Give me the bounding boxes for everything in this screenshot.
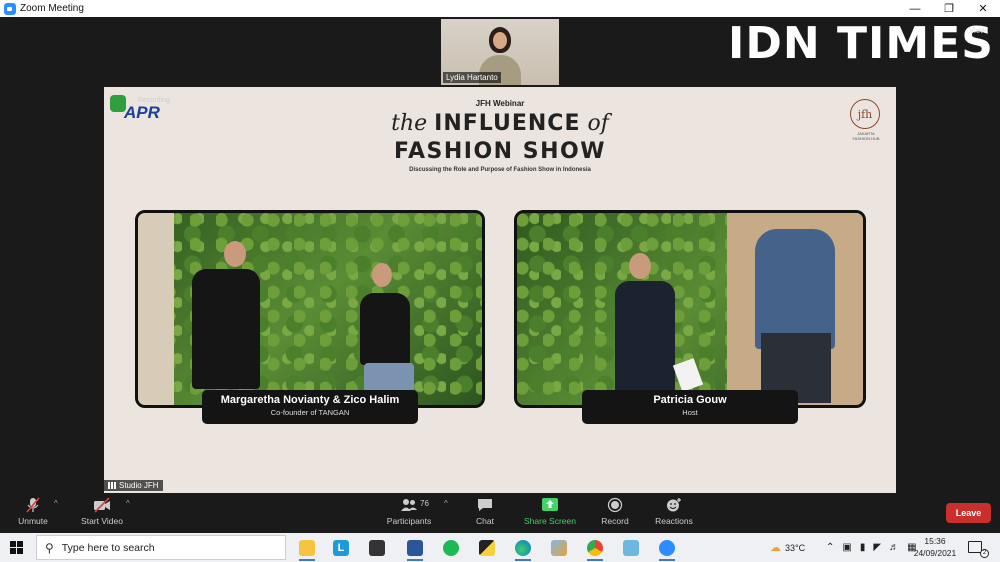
participant-thumbnail[interactable]: Lydia Hartanto (441, 19, 559, 85)
weather-icon: ☁ (770, 542, 781, 554)
reactions-button[interactable]: Reactions (652, 497, 696, 531)
video-panel-guests (135, 210, 485, 408)
chevron-up-icon[interactable]: ⌃ (826, 542, 834, 553)
word-icon[interactable] (404, 537, 426, 561)
chat-button[interactable]: Chat (472, 497, 498, 531)
meeting-toolbar: Unmute ^ Start Video ^ Participants 76 ^… (0, 493, 1000, 533)
host-figure (615, 281, 675, 393)
search-input[interactable] (61, 541, 262, 554)
webinar-subtitle: Discussing the Role and Purpose of Fashi… (409, 167, 591, 173)
participant-face (493, 32, 507, 49)
temperature: 33°C (785, 542, 806, 553)
share-screen-icon (542, 498, 558, 511)
webinar-title-line1: the INFLUENCE of (104, 111, 896, 136)
plant-wall-background (138, 213, 482, 405)
guest-2-figure (360, 293, 410, 365)
wall-panel (138, 213, 174, 405)
participants-icon (401, 499, 417, 511)
record-button[interactable]: Record (598, 497, 632, 531)
guest-2-jeans (364, 363, 414, 393)
caption-host-role: Host (682, 408, 698, 417)
notepad-icon[interactable] (620, 537, 642, 558)
chat-icon (478, 499, 492, 511)
video-options-caret[interactable]: ^ (126, 499, 130, 508)
notification-badge: 2 (980, 549, 989, 558)
record-label: Record (601, 516, 629, 526)
caption-guests-role: Co-founder of TANGAN (270, 408, 350, 417)
unmute-button[interactable]: Unmute (14, 497, 52, 531)
taskbar-clock[interactable]: 15:36 24/09/2021 (912, 535, 958, 559)
title-caps: INFLUENCE (434, 111, 581, 136)
caption-host: Patricia Gouw Host (582, 390, 798, 424)
restore-button[interactable]: ❐ (932, 0, 966, 17)
webinar-title-line2: FASHION SHOW (394, 139, 606, 164)
file-explorer-icon[interactable] (296, 537, 318, 561)
clock-date: 24/09/2021 (913, 548, 957, 558)
share-screen-button[interactable]: Share Screen (522, 497, 578, 531)
title-suffix: of (587, 111, 609, 136)
active-speaker-name: Studio JFH (119, 481, 159, 490)
edge-icon[interactable] (512, 537, 534, 561)
muted-mic-icon (26, 497, 40, 513)
chrome-icon[interactable] (584, 537, 606, 561)
chat-label: Chat (476, 516, 494, 526)
start-video-button[interactable]: Start Video (78, 497, 126, 531)
participant-name-tag: Lydia Hartanto (443, 72, 501, 83)
view-button[interactable]: View (969, 26, 986, 35)
clock-time: 15:36 (924, 536, 946, 546)
minimize-button[interactable]: — (898, 0, 932, 17)
close-button[interactable]: ✕ (966, 0, 1000, 17)
participants-options-caret[interactable]: ^ (444, 499, 448, 508)
guest-2-head (372, 263, 392, 287)
denim-jacket-mannequin (755, 229, 835, 349)
leave-button[interactable]: Leave (946, 503, 991, 523)
battery-icon[interactable]: ▮ (860, 542, 866, 553)
share-screen-label: Share Screen (524, 516, 576, 526)
search-icon: ⚲ (45, 540, 54, 555)
guest-1-head (224, 241, 246, 267)
taskbar-search[interactable]: ⚲ (36, 535, 286, 560)
audio-options-caret[interactable]: ^ (54, 499, 58, 508)
speaker-video: Recording APR jfh JAKARTA FASHION HUB JF… (104, 87, 896, 493)
zoom-app-icon (4, 2, 16, 15)
active-speaker-tag: Studio JFH (104, 480, 163, 491)
paint-icon[interactable] (548, 537, 570, 558)
signal-icon (108, 482, 116, 489)
store-icon[interactable] (366, 537, 388, 558)
volume-icon[interactable]: ♬ (889, 542, 899, 553)
caption-guests: Margaretha Novianty & Zico Halim Co-foun… (202, 390, 418, 424)
windows-taskbar: ⚲ L ☁ 33°C ⌃ ▣ ▮ ◤ ♬ ▦ 15:36 24/09/2021 … (0, 533, 1000, 562)
idn-times-watermark: IDN TIMES (728, 18, 994, 69)
lexibook-icon[interactable]: L (330, 537, 352, 558)
webinar-kicker: JFH Webinar (475, 99, 525, 108)
wifi-icon[interactable]: ◤ (873, 542, 881, 553)
zoom-taskbar-icon[interactable] (656, 537, 678, 561)
participants-count: 76 (420, 499, 429, 508)
window-titlebar: Zoom Meeting — ❐ ✕ (0, 0, 1000, 17)
windows-start-icon[interactable] (10, 541, 23, 554)
spotify-icon[interactable] (440, 537, 462, 558)
record-icon (607, 497, 623, 513)
host-head (629, 253, 651, 279)
participants-label: Participants (386, 516, 432, 526)
meeting-stage: Lydia Hartanto IDN TIMES View Recording … (0, 17, 1000, 493)
reactions-icon (667, 498, 681, 512)
system-tray: ⌃ ▣ ▮ ◤ ♬ ▦ (826, 533, 917, 562)
caption-guests-name: Margaretha Novianty & Zico Halim (220, 394, 400, 406)
video-off-icon (94, 497, 110, 513)
meet-now-icon[interactable]: ▣ (842, 542, 851, 553)
window-title: Zoom Meeting (20, 3, 84, 14)
title-prefix: the (391, 111, 428, 136)
unmute-label: Unmute (18, 516, 48, 526)
sticky-notes-icon[interactable] (476, 537, 498, 558)
reactions-label: Reactions (655, 516, 693, 526)
guest-1-figure (192, 269, 260, 389)
start-video-label: Start Video (81, 516, 123, 526)
weather-widget[interactable]: ☁ 33°C (770, 533, 805, 562)
caption-host-name: Patricia Gouw (653, 394, 727, 406)
video-panel-host (514, 210, 866, 408)
